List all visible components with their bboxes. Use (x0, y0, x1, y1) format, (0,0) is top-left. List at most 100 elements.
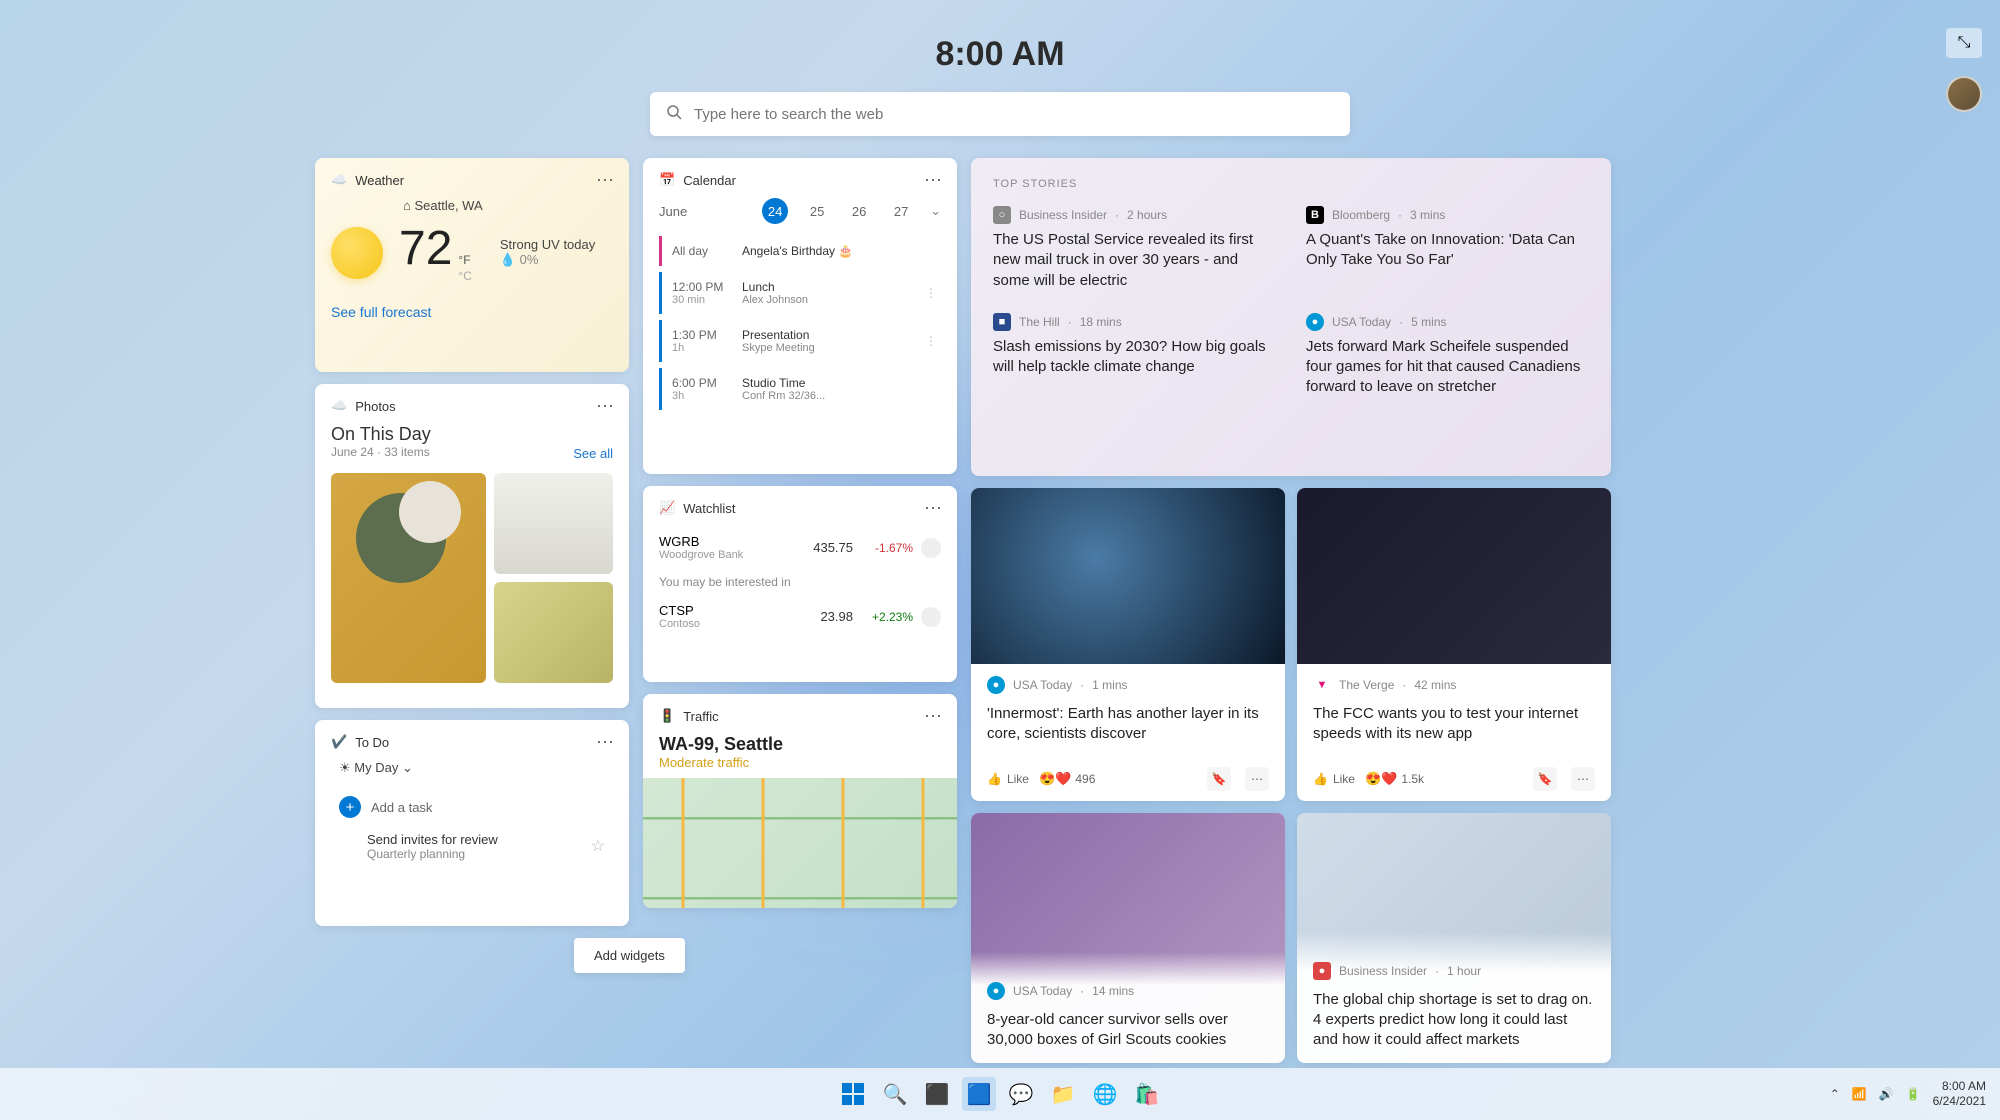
search-bar[interactable] (650, 92, 1350, 136)
news-card[interactable]: ●USA Today · 14 mins 8-year-old cancer s… (971, 813, 1285, 1063)
battery-icon[interactable]: 🔋 (1906, 1087, 1921, 1101)
taskbar-date: 6/24/2021 (1933, 1094, 1986, 1109)
add-widgets-button[interactable]: Add widgets (574, 938, 685, 973)
event-title: Lunch (742, 280, 808, 294)
like-button[interactable]: 👍 Like (1313, 772, 1355, 786)
calendar-event[interactable]: 12:00 PM30 min LunchAlex Johnson ⋮ (659, 272, 941, 314)
stock-row[interactable]: CTSPContoso 23.98 +2.23% (659, 595, 941, 638)
news-source: The Hill (1019, 315, 1060, 329)
source-icon: ● (1306, 313, 1324, 331)
start-button[interactable] (836, 1077, 870, 1111)
temperature: 72 (399, 221, 452, 276)
calendar-widget[interactable]: 📅Calendar ⋯ June 24 25 26 27 ⌄ All day A… (643, 158, 957, 474)
file-explorer-icon[interactable]: 📁 (1046, 1077, 1080, 1111)
calendar-event[interactable]: 1:30 PM1h PresentationSkype Meeting ⋮ (659, 320, 941, 362)
chevron-down-icon[interactable]: ⌄ (930, 203, 941, 219)
more-icon[interactable]: ⋯ (924, 170, 943, 191)
event-title: Presentation (742, 328, 815, 342)
more-icon[interactable]: ⋯ (596, 170, 615, 191)
volume-icon[interactable]: 🔊 (1879, 1087, 1894, 1101)
star-icon[interactable]: ☆ (591, 836, 605, 856)
source-icon: ○ (993, 206, 1011, 224)
more-icon[interactable]: ⋯ (924, 498, 943, 519)
news-image (971, 488, 1285, 664)
news-time: 18 mins (1080, 315, 1122, 329)
news-item[interactable]: BBloomberg · 3 mins A Quant's Take on In… (1306, 206, 1589, 291)
tray-chevron-icon[interactable]: ⌃ (1830, 1087, 1840, 1101)
news-item[interactable]: ●USA Today · 5 mins Jets forward Mark Sc… (1306, 313, 1589, 398)
news-time: 3 mins (1410, 208, 1445, 222)
source-icon: ■ (993, 313, 1011, 331)
news-source: Business Insider (1339, 964, 1427, 978)
event-dur: 3h (672, 390, 730, 402)
news-time: 1 hour (1447, 964, 1481, 978)
widget-title: Weather (355, 173, 404, 188)
more-icon[interactable]: ⋯ (596, 396, 615, 417)
collapse-widgets-button[interactable]: ⤡ (1946, 28, 1982, 58)
news-headline: The global chip shortage is set to drag … (1313, 990, 1595, 1051)
stock-change: +2.23% (853, 610, 913, 624)
widgets-taskbar-icon[interactable]: 🟦 (962, 1077, 996, 1111)
see-all-link[interactable]: See all (573, 446, 613, 461)
search-input[interactable] (694, 106, 1334, 123)
more-icon[interactable]: ⋯ (1245, 767, 1269, 791)
user-avatar[interactable] (1946, 76, 1982, 112)
traffic-widget[interactable]: 🚦Traffic ⋯ WA-99, Seattle Moderate traff… (643, 694, 957, 908)
bookmark-icon[interactable]: 🔖 (1533, 767, 1557, 791)
news-card[interactable]: ●USA Today · 1 mins 'Innermost': Earth h… (971, 488, 1285, 801)
more-icon[interactable]: ⋯ (596, 732, 615, 753)
calendar-day[interactable]: 26 (846, 198, 872, 224)
news-item[interactable]: ○Business Insider · 2 hours The US Posta… (993, 206, 1276, 291)
event-time: All day (672, 244, 730, 258)
event-title: Angela's Birthday 🎂 (742, 244, 853, 258)
task-view-icon[interactable]: ⬛ (920, 1077, 954, 1111)
more-icon[interactable]: ⋯ (924, 706, 943, 727)
event-dots-icon[interactable]: ⋮ (925, 338, 937, 344)
calendar-day[interactable]: 25 (804, 198, 830, 224)
chat-icon[interactable]: 💬 (1004, 1077, 1038, 1111)
calendar-day[interactable]: 24 (762, 198, 788, 224)
stock-add-icon[interactable] (921, 607, 941, 627)
event-dots-icon[interactable]: ⋮ (925, 290, 937, 296)
calendar-event[interactable]: 6:00 PM3h Studio TimeConf Rm 32/36... (659, 368, 941, 410)
photos-widget[interactable]: ☁️Photos ⋯ On This Day June 24 · 33 item… (315, 384, 629, 708)
photo-thumbnail[interactable] (494, 473, 613, 574)
stock-row[interactable]: WGRBWoodgrove Bank 435.75 -1.67% (659, 526, 941, 569)
photo-thumbnail[interactable] (494, 582, 613, 683)
like-button[interactable]: 👍 Like (987, 772, 1029, 786)
top-stories-label: TOP STORIES (993, 178, 1589, 190)
watchlist-widget[interactable]: 📈Watchlist ⋯ WGRBWoodgrove Bank 435.75 -… (643, 486, 957, 682)
event-dur: 30 min (672, 294, 730, 306)
forecast-link[interactable]: See full forecast (331, 304, 613, 320)
stock-remove-icon[interactable] (921, 538, 941, 558)
source-icon: B (1306, 206, 1324, 224)
widgets-panel: ☁️Weather ⋯ Seattle, WA 72 °F°C Strong U… (315, 158, 1680, 1063)
todo-widget[interactable]: ✔️To Do ⋯ ☀ My Day ⌄ + Add a task Send i… (315, 720, 629, 926)
search-taskbar-icon[interactable]: 🔍 (878, 1077, 912, 1111)
photos-heading: On This Day (331, 424, 613, 445)
news-item[interactable]: ■The Hill · 18 mins Slash emissions by 2… (993, 313, 1276, 398)
reactions[interactable]: 😍❤️ 1.5k (1365, 771, 1424, 787)
weather-widget[interactable]: ☁️Weather ⋯ Seattle, WA 72 °F°C Strong U… (315, 158, 629, 372)
news-time: 5 mins (1411, 315, 1446, 329)
bookmark-icon[interactable]: 🔖 (1207, 767, 1231, 791)
my-day-dropdown[interactable]: ☀ My Day ⌄ (339, 760, 613, 776)
task-item[interactable]: Send invites for review Quarterly planni… (331, 826, 613, 867)
wifi-icon[interactable]: 📶 (1852, 1087, 1867, 1101)
reactions[interactable]: 😍❤️ 496 (1039, 771, 1095, 787)
calendar-day[interactable]: 27 (888, 198, 914, 224)
taskbar-clock[interactable]: 8:00 AM 6/24/2021 (1933, 1079, 1986, 1109)
edge-icon[interactable]: 🌐 (1088, 1077, 1122, 1111)
more-icon[interactable]: ⋯ (1571, 767, 1595, 791)
widget-title: Calendar (683, 173, 736, 188)
news-card[interactable]: ▼The Verge · 42 mins The FCC wants you t… (1297, 488, 1611, 801)
news-card[interactable]: ●Business Insider · 1 hour The global ch… (1297, 813, 1611, 1063)
store-icon[interactable]: 🛍️ (1130, 1077, 1164, 1111)
photo-thumbnail[interactable] (331, 473, 486, 683)
event-time: 6:00 PM (672, 376, 730, 390)
precip: 0% (520, 252, 539, 267)
calendar-event[interactable]: All day Angela's Birthday 🎂 (659, 236, 941, 266)
add-task-input[interactable]: + Add a task (331, 788, 613, 826)
source-icon: ● (987, 982, 1005, 1000)
traffic-map[interactable] (643, 778, 957, 908)
